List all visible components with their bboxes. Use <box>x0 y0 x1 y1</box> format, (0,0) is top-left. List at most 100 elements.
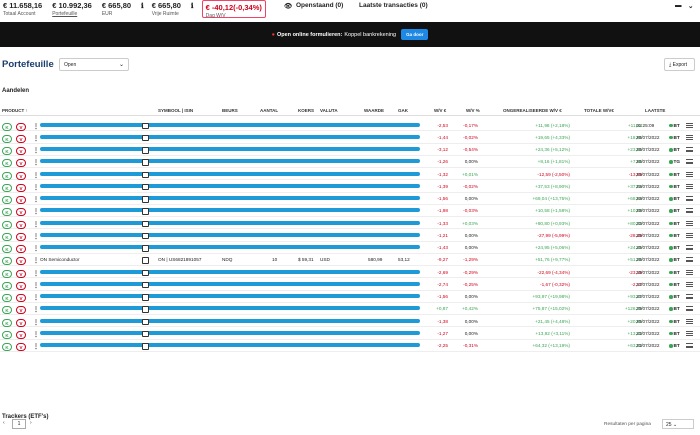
more-icon[interactable]: ⋮ <box>33 343 39 350</box>
stat-portfolio[interactable]: € 10.992,36 Portefeuille <box>52 0 102 17</box>
buy-button[interactable]: K <box>2 306 12 315</box>
table-row[interactable]: K V ⋮ -2,69 -0,29% -22,69 (-4,34%) -23,19 20/07… <box>0 266 700 279</box>
row-menu-icon[interactable] <box>686 294 693 299</box>
sell-button[interactable]: V <box>16 171 26 180</box>
more-icon[interactable]: ⋮ <box>33 331 39 338</box>
table-row[interactable]: K V ⋮ -1,56 0,00% +69,04 (+13,75%) +68,54 20/07… <box>0 193 700 205</box>
table-row[interactable]: K V ⋮ -1,39 -0,02% +37,53 (+8,90%) +37,04 20/07… <box>0 180 700 193</box>
table-row[interactable]: K V ⋮ -2,74 -0,25% -1,67 (-0,32%) -2,17 20/07/2… <box>0 278 700 291</box>
open-orders-link[interactable]: Openstaand (0) <box>296 2 343 9</box>
chart-icon[interactable] <box>142 269 149 276</box>
more-icon[interactable]: ⋮ <box>33 294 39 301</box>
row-menu-icon[interactable] <box>686 196 693 201</box>
buy-button[interactable]: K <box>2 330 12 339</box>
info-icon[interactable]: ℹ <box>191 2 194 10</box>
col-quantity[interactable]: AANTAL <box>260 108 278 113</box>
table-row[interactable]: K V ⋮ +0,87 +0,42% +75,87 (+15,02%) +126,39 20/… <box>0 303 700 315</box>
table-row[interactable]: K V ⋮ -1,32 +0,01% -12,59 (-2,50%) -13,59 20/07… <box>0 168 700 181</box>
chart-icon[interactable] <box>142 122 149 129</box>
chart-icon[interactable] <box>142 330 149 338</box>
row-menu-icon[interactable] <box>686 257 693 263</box>
chart-icon[interactable] <box>142 232 149 240</box>
chart-icon[interactable] <box>142 208 149 215</box>
chart-icon[interactable] <box>142 171 149 178</box>
window-icon[interactable]: ▬ <box>675 2 682 9</box>
eye-icon[interactable]: 👁 <box>284 2 292 10</box>
export-button[interactable]: ⤓ Export <box>664 58 695 71</box>
sell-button[interactable]: V <box>16 306 26 315</box>
buy-button[interactable]: K <box>2 196 12 204</box>
chart-icon[interactable] <box>142 134 149 142</box>
sell-button[interactable]: V <box>16 159 26 168</box>
buy-button[interactable]: K <box>2 343 12 351</box>
table-row[interactable]: K V ⋮ -1,38 0,00% +21,45 (+4,48%) +20,95 20/07/… <box>0 315 700 328</box>
sell-button[interactable]: V <box>16 330 26 339</box>
row-menu-icon[interactable] <box>686 183 693 189</box>
more-icon[interactable]: ⋮ <box>33 306 39 313</box>
sell-button[interactable]: V <box>16 134 26 143</box>
row-menu-icon[interactable] <box>686 208 693 214</box>
more-icon[interactable]: ⋮ <box>33 123 39 130</box>
chart-icon[interactable] <box>142 245 149 252</box>
chart-icon[interactable] <box>142 257 149 264</box>
row-menu-icon[interactable] <box>686 318 693 324</box>
sell-button[interactable]: V <box>16 122 26 131</box>
row-menu-icon[interactable] <box>686 159 693 165</box>
col-price[interactable]: KOERS <box>298 108 314 113</box>
table-row[interactable]: K V ⋮ -2,25 -0,31% +64,32 (+13,19%) +63,82 20/0… <box>0 340 700 352</box>
recent-transactions-link[interactable]: Laatste transacties (0) <box>359 2 428 9</box>
table-row[interactable]: K V ⋮ ON Semiconductor ON | US6821891057 NDQ 1… <box>0 254 700 266</box>
more-icon[interactable]: ⋮ <box>33 257 39 264</box>
product-name[interactable]: ON Semiconductor <box>40 257 80 262</box>
more-icon[interactable]: ⋮ <box>33 159 39 166</box>
buy-button[interactable]: K <box>2 134 12 143</box>
col-symbol[interactable]: SYMBOOL | ISIN <box>158 108 193 113</box>
info-icon[interactable]: ℹ <box>141 2 144 10</box>
buy-button[interactable]: K <box>2 257 12 266</box>
col-unrealized[interactable]: ONGEREALISEERDE W/V € <box>503 108 562 113</box>
col-currency[interactable]: VALUTA <box>320 108 338 113</box>
sell-button[interactable]: V <box>16 196 26 204</box>
continue-button[interactable]: Ga door <box>401 29 429 40</box>
chart-icon[interactable] <box>142 183 149 191</box>
sell-button[interactable]: V <box>16 183 26 192</box>
more-icon[interactable]: ⋮ <box>33 221 39 228</box>
table-row[interactable]: K V ⋮ -1,27 0,00% +13,92 (+3,11%) +13,42 20/07/… <box>0 327 700 340</box>
buy-button[interactable]: K <box>2 269 12 278</box>
col-gak[interactable]: GAK <box>398 108 408 113</box>
sell-button[interactable]: V <box>16 232 26 241</box>
page-input[interactable]: 1 <box>12 419 26 429</box>
row-menu-icon[interactable] <box>686 232 693 238</box>
buy-button[interactable]: K <box>2 171 12 180</box>
more-icon[interactable]: ⋮ <box>33 135 39 142</box>
row-menu-icon[interactable] <box>686 330 693 336</box>
sell-button[interactable]: V <box>16 208 26 217</box>
buy-button[interactable]: K <box>2 159 12 168</box>
more-icon[interactable]: ⋮ <box>33 147 39 154</box>
row-menu-icon[interactable] <box>686 122 693 128</box>
col-total-pl[interactable]: TOTALE W/V€ <box>584 108 614 113</box>
col-last[interactable]: LAATSTE <box>645 108 665 113</box>
buy-button[interactable]: K <box>2 232 12 241</box>
more-icon[interactable]: ⋮ <box>33 196 39 203</box>
sell-button[interactable]: V <box>16 294 26 302</box>
position-filter-select[interactable]: Open ⌄ <box>59 58 129 71</box>
table-row[interactable]: K V ⋮ -1,26 0,00% +8,16 (+1,81%) +7,66 20/07/20… <box>0 156 700 168</box>
sell-button[interactable]: V <box>16 220 26 229</box>
buy-button[interactable]: K <box>2 245 12 253</box>
table-row[interactable]: K V ⋮ -1,98 -0,03% +10,58 (+1,58%) +10,08 20/07… <box>0 205 700 217</box>
more-icon[interactable]: ⋮ <box>33 270 39 277</box>
table-row[interactable]: K V ⋮ -1,33 +0,03% +80,80 (+0,93%) +80,33 20/07… <box>0 217 700 230</box>
buy-button[interactable]: K <box>2 208 12 217</box>
row-menu-icon[interactable] <box>686 281 693 287</box>
buy-button[interactable]: K <box>2 183 12 192</box>
table-row[interactable]: K V ⋮ -1,56 0,00% +93,97 (+19,98%) +93,47 20/07… <box>0 291 700 303</box>
row-menu-icon[interactable] <box>686 245 693 250</box>
chart-icon[interactable] <box>142 306 149 313</box>
row-menu-icon[interactable] <box>686 220 693 226</box>
col-pl-pct[interactable]: W/V % <box>466 108 480 113</box>
table-row[interactable]: K V ⋮ -2,53 -0,17% +11,98 (+2,18%) +11,48 01:25… <box>0 119 700 132</box>
row-menu-icon[interactable] <box>686 343 693 348</box>
chevron-down-icon[interactable]: ⌄ <box>688 2 693 10</box>
col-value[interactable]: WAARDE <box>364 108 384 113</box>
